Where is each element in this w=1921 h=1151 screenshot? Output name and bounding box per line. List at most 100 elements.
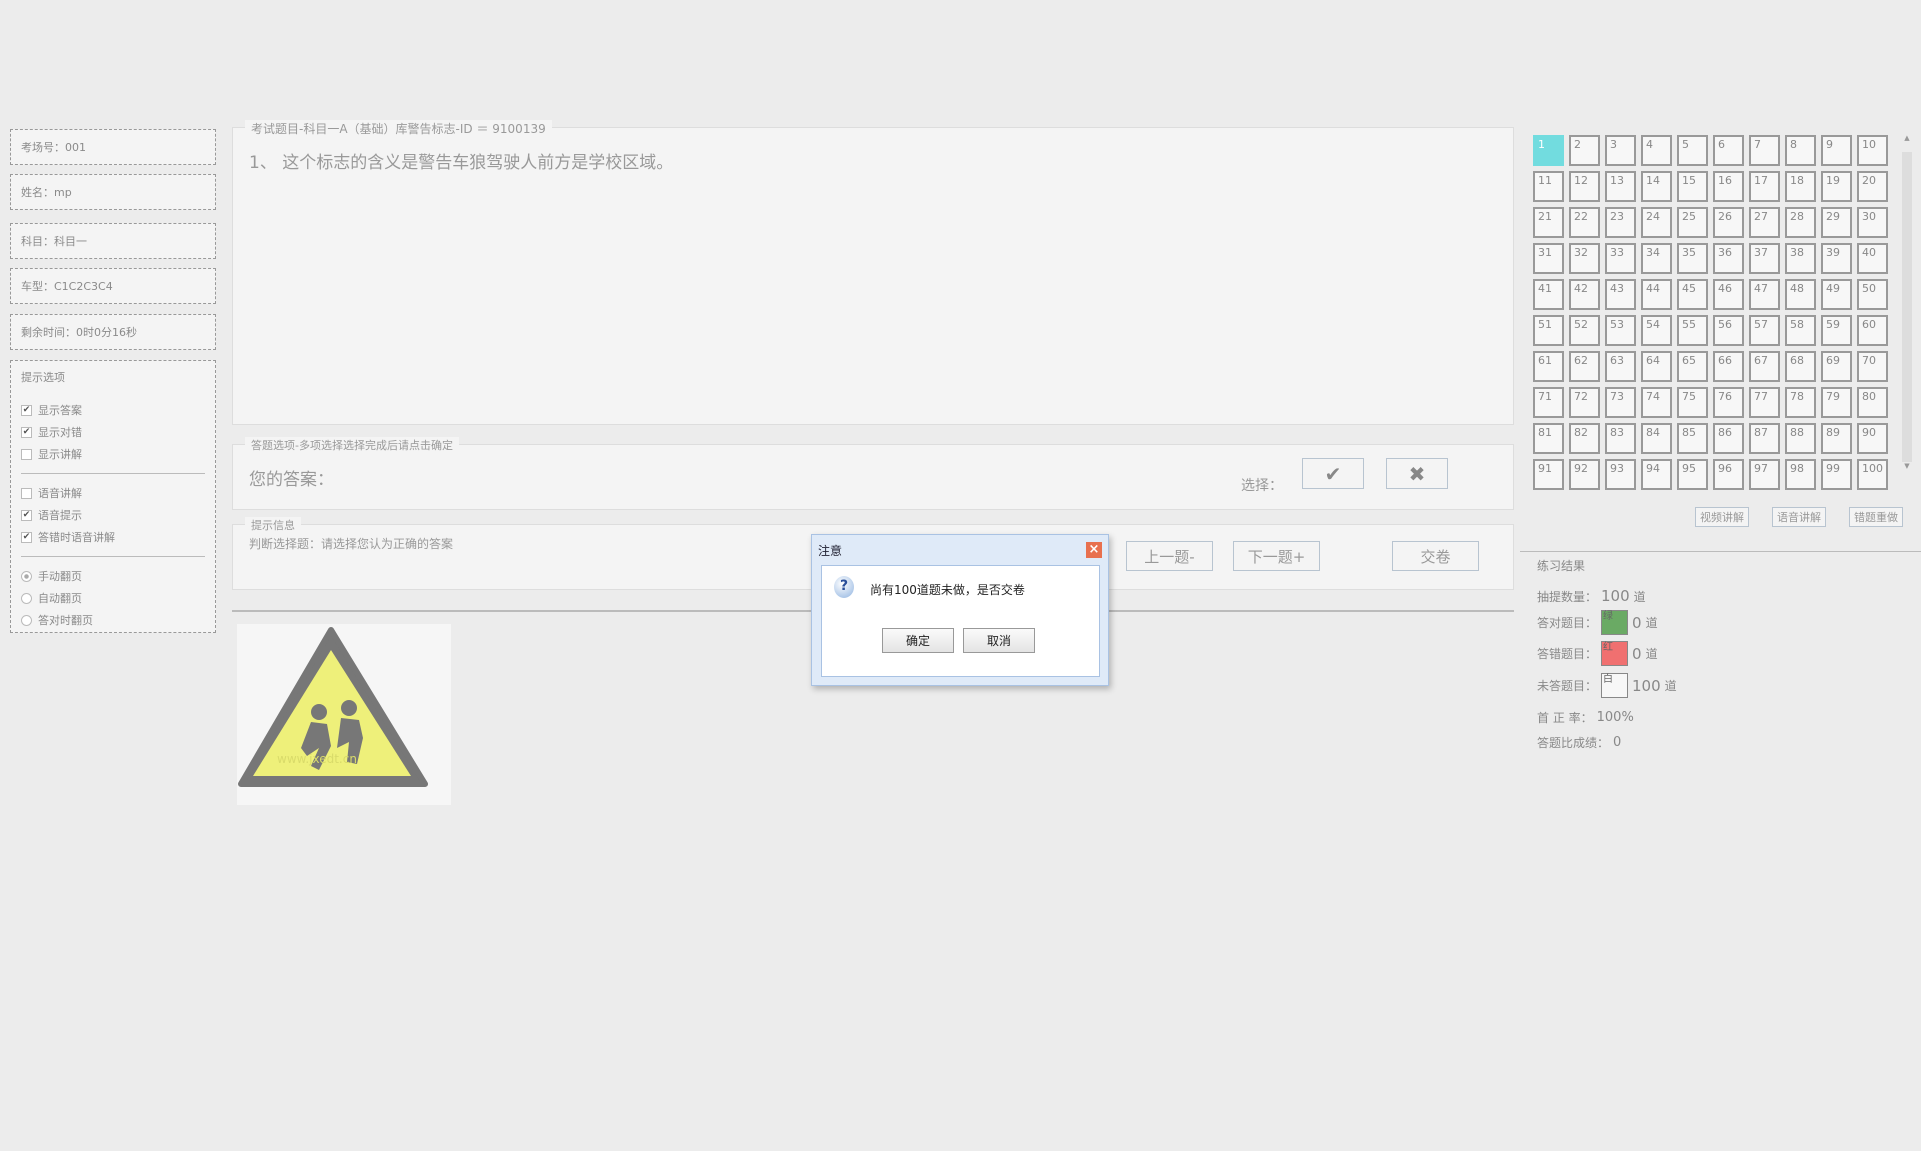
question-cell-53[interactable]: 53 xyxy=(1605,315,1636,346)
question-cell-42[interactable]: 42 xyxy=(1569,279,1600,310)
checkbox-group2-2[interactable]: ✔ 答错时语音讲解 xyxy=(21,526,205,548)
question-cell-73[interactable]: 73 xyxy=(1605,387,1636,418)
question-cell-3[interactable]: 3 xyxy=(1605,135,1636,166)
question-cell-4[interactable]: 4 xyxy=(1641,135,1672,166)
question-cell-30[interactable]: 30 xyxy=(1857,207,1888,238)
question-cell-56[interactable]: 56 xyxy=(1713,315,1744,346)
question-cell-45[interactable]: 45 xyxy=(1677,279,1708,310)
question-cell-95[interactable]: 95 xyxy=(1677,459,1708,490)
question-cell-33[interactable]: 33 xyxy=(1605,243,1636,274)
question-cell-91[interactable]: 91 xyxy=(1533,459,1564,490)
question-cell-76[interactable]: 76 xyxy=(1713,387,1744,418)
question-cell-86[interactable]: 86 xyxy=(1713,423,1744,454)
question-cell-58[interactable]: 58 xyxy=(1785,315,1816,346)
question-cell-26[interactable]: 26 xyxy=(1713,207,1744,238)
question-cell-15[interactable]: 15 xyxy=(1677,171,1708,202)
prev-question-button[interactable]: 上一题- xyxy=(1126,541,1213,571)
checkbox-group1-1[interactable]: ✔ 显示对错 xyxy=(21,421,205,443)
scroll-up-icon[interactable]: ▲ xyxy=(1902,134,1912,142)
question-cell-8[interactable]: 8 xyxy=(1785,135,1816,166)
question-cell-24[interactable]: 24 xyxy=(1641,207,1672,238)
question-cell-51[interactable]: 51 xyxy=(1533,315,1564,346)
submit-button[interactable]: 交卷 xyxy=(1392,541,1479,571)
question-cell-39[interactable]: 39 xyxy=(1821,243,1852,274)
question-cell-85[interactable]: 85 xyxy=(1677,423,1708,454)
question-cell-41[interactable]: 41 xyxy=(1533,279,1564,310)
radio-icon[interactable] xyxy=(21,570,32,582)
question-cell-46[interactable]: 46 xyxy=(1713,279,1744,310)
question-cell-100[interactable]: 100 xyxy=(1857,459,1888,490)
radio-icon[interactable] xyxy=(21,614,32,626)
close-icon[interactable]: × xyxy=(1086,542,1102,558)
question-cell-16[interactable]: 16 xyxy=(1713,171,1744,202)
question-cell-28[interactable]: 28 xyxy=(1785,207,1816,238)
checkbox-icon[interactable]: ✔ xyxy=(21,404,32,416)
next-question-button[interactable]: 下一题+ xyxy=(1233,541,1320,571)
scroll-thumb[interactable] xyxy=(1902,152,1912,462)
question-cell-36[interactable]: 36 xyxy=(1713,243,1744,274)
question-cell-65[interactable]: 65 xyxy=(1677,351,1708,382)
question-cell-63[interactable]: 63 xyxy=(1605,351,1636,382)
checkbox-group1-0[interactable]: ✔ 显示答案 xyxy=(21,399,205,421)
question-cell-34[interactable]: 34 xyxy=(1641,243,1672,274)
checkbox-group2-0[interactable]: 语音讲解 xyxy=(21,482,205,504)
question-cell-89[interactable]: 89 xyxy=(1821,423,1852,454)
question-cell-19[interactable]: 19 xyxy=(1821,171,1852,202)
question-cell-75[interactable]: 75 xyxy=(1677,387,1708,418)
redo-wrong-button[interactable]: 错题重做 xyxy=(1849,507,1903,527)
question-cell-52[interactable]: 52 xyxy=(1569,315,1600,346)
dialog-cancel-button[interactable]: 取消 xyxy=(963,628,1035,653)
question-cell-79[interactable]: 79 xyxy=(1821,387,1852,418)
question-cell-23[interactable]: 23 xyxy=(1605,207,1636,238)
radio-group3-1[interactable]: 自动翻页 xyxy=(21,587,205,609)
question-cell-77[interactable]: 77 xyxy=(1749,387,1780,418)
question-cell-90[interactable]: 90 xyxy=(1857,423,1888,454)
question-cell-67[interactable]: 67 xyxy=(1749,351,1780,382)
checkbox-icon[interactable] xyxy=(21,448,32,460)
grid-scrollbar[interactable]: ▲ ▼ xyxy=(1902,134,1912,492)
voice-explain-button[interactable]: 语音讲解 xyxy=(1772,507,1826,527)
question-cell-29[interactable]: 29 xyxy=(1821,207,1852,238)
checkbox-group1-2[interactable]: 显示讲解 xyxy=(21,443,205,465)
question-cell-62[interactable]: 62 xyxy=(1569,351,1600,382)
video-explain-button[interactable]: 视频讲解 xyxy=(1695,507,1749,527)
question-cell-60[interactable]: 60 xyxy=(1857,315,1888,346)
question-cell-2[interactable]: 2 xyxy=(1569,135,1600,166)
question-cell-32[interactable]: 32 xyxy=(1569,243,1600,274)
checkbox-icon[interactable]: ✔ xyxy=(21,426,32,438)
scroll-down-icon[interactable]: ▼ xyxy=(1902,462,1912,470)
question-cell-50[interactable]: 50 xyxy=(1857,279,1888,310)
radio-icon[interactable] xyxy=(21,592,32,604)
question-cell-27[interactable]: 27 xyxy=(1749,207,1780,238)
question-cell-66[interactable]: 66 xyxy=(1713,351,1744,382)
question-cell-22[interactable]: 22 xyxy=(1569,207,1600,238)
question-cell-1[interactable]: 1 xyxy=(1533,135,1564,166)
question-cell-35[interactable]: 35 xyxy=(1677,243,1708,274)
answer-wrong-button[interactable]: ✖ xyxy=(1386,458,1448,489)
question-cell-10[interactable]: 10 xyxy=(1857,135,1888,166)
question-cell-9[interactable]: 9 xyxy=(1821,135,1852,166)
question-cell-48[interactable]: 48 xyxy=(1785,279,1816,310)
question-cell-70[interactable]: 70 xyxy=(1857,351,1888,382)
question-cell-81[interactable]: 81 xyxy=(1533,423,1564,454)
question-cell-88[interactable]: 88 xyxy=(1785,423,1816,454)
question-cell-37[interactable]: 37 xyxy=(1749,243,1780,274)
question-cell-69[interactable]: 69 xyxy=(1821,351,1852,382)
question-cell-6[interactable]: 6 xyxy=(1713,135,1744,166)
question-cell-96[interactable]: 96 xyxy=(1713,459,1744,490)
checkbox-icon[interactable] xyxy=(21,487,32,499)
question-cell-12[interactable]: 12 xyxy=(1569,171,1600,202)
radio-group3-0[interactable]: 手动翻页 xyxy=(21,565,205,587)
question-cell-57[interactable]: 57 xyxy=(1749,315,1780,346)
question-cell-94[interactable]: 94 xyxy=(1641,459,1672,490)
question-cell-13[interactable]: 13 xyxy=(1605,171,1636,202)
question-cell-99[interactable]: 99 xyxy=(1821,459,1852,490)
question-cell-61[interactable]: 61 xyxy=(1533,351,1564,382)
question-cell-72[interactable]: 72 xyxy=(1569,387,1600,418)
question-cell-5[interactable]: 5 xyxy=(1677,135,1708,166)
question-cell-7[interactable]: 7 xyxy=(1749,135,1780,166)
question-cell-97[interactable]: 97 xyxy=(1749,459,1780,490)
question-cell-18[interactable]: 18 xyxy=(1785,171,1816,202)
question-cell-40[interactable]: 40 xyxy=(1857,243,1888,274)
checkbox-icon[interactable]: ✔ xyxy=(21,509,32,521)
